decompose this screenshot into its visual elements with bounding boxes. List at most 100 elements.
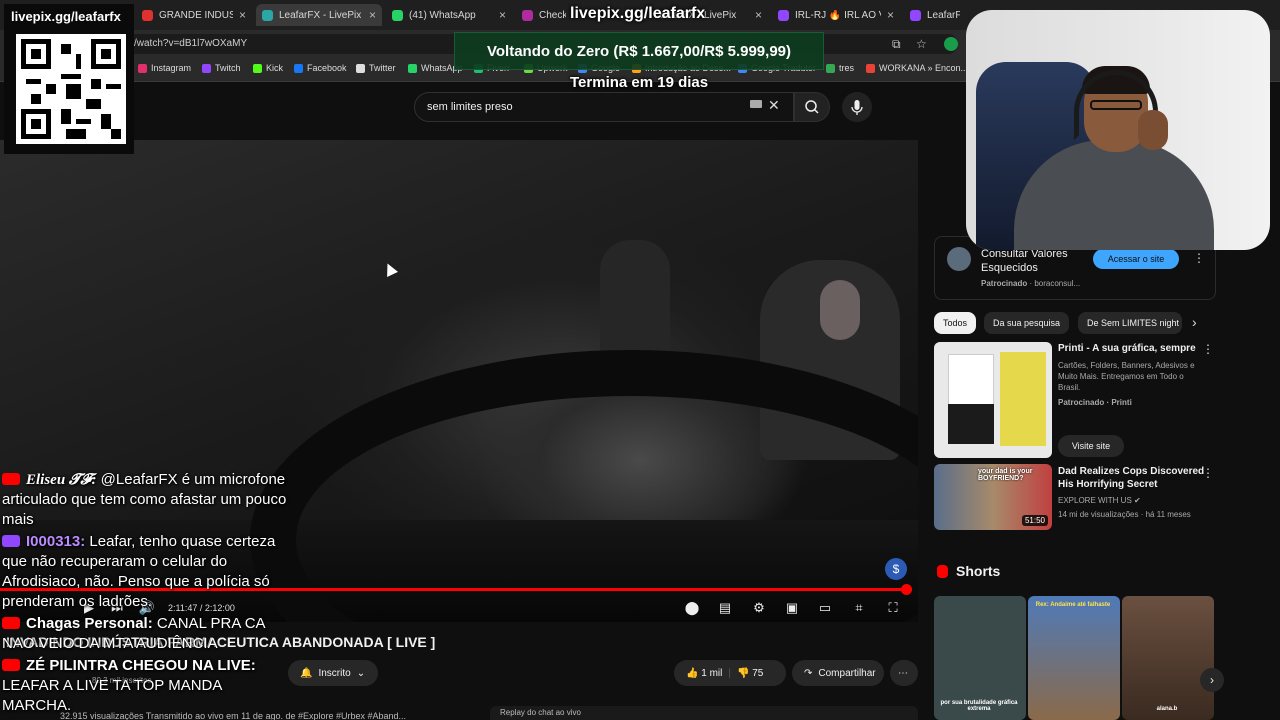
checkout-favicon-icon (522, 9, 533, 21)
close-icon[interactable]: × (499, 8, 506, 22)
chat-username: Chagas Personal: (26, 615, 153, 632)
tab-livepix[interactable]: LeafarFX - LivePix × (256, 4, 382, 26)
dislike-button[interactable]: 👎 75 (737, 668, 763, 679)
instagram-icon (138, 63, 147, 73)
thumbnail-promo-block (1000, 352, 1046, 446)
share-button[interactable]: ↷ Compartilhar (792, 660, 884, 686)
extension-icon[interactable] (944, 37, 958, 51)
more-actions-button[interactable]: ⋯ (890, 660, 918, 686)
voice-search-button[interactable] (842, 92, 872, 122)
thumbnail-caption: your dad is your BOYFRIEND? (978, 468, 1033, 482)
youtube-icon (2, 473, 20, 486)
whatsapp-icon (408, 63, 417, 73)
bookmark-twitter[interactable]: Twitter (356, 63, 396, 73)
more-vertical-icon[interactable]: ⋮ (1202, 342, 1214, 356)
search-icon (805, 100, 819, 114)
fullscreen-icon[interactable]: ⛶ (884, 600, 902, 616)
printi-ad-thumbnail[interactable] (934, 342, 1052, 458)
more-vertical-icon[interactable]: ⋮ (1202, 466, 1214, 480)
donation-goal-bar: Voltando do Zero (R$ 1.667,00/R$ 5.999,9… (454, 32, 824, 70)
short-caption: alana.b (1156, 706, 1178, 712)
chevron-right-icon: › (1210, 673, 1214, 687)
twitch-icon (202, 63, 211, 73)
reco-title[interactable]: Dad Realizes Cops Discovered His Horrify… (1058, 465, 1206, 491)
tab-grande-industria[interactable]: GRANDE INDUSTRIA × (136, 4, 252, 26)
reco-title[interactable]: Printi - A sua gráfica, sempre (1058, 342, 1206, 355)
chat-replay-header[interactable]: Replay do chat ao vivo (490, 706, 918, 720)
bookmark-workana[interactable]: WORKANA » Encon... (866, 63, 968, 73)
chat-message: Eliseu 𝓣𝓕: @LeafarFX é um microfone arti… (2, 470, 294, 530)
youtube-icon (2, 659, 20, 672)
whatsapp-favicon-icon (392, 9, 403, 21)
bookmark-kick[interactable]: Kick (253, 63, 283, 73)
visite-site-button[interactable]: Visite site (1058, 435, 1124, 457)
settings-gear-icon[interactable]: ⚙ (750, 600, 768, 616)
twitch-favicon-icon (910, 9, 921, 21)
microphone-icon (851, 100, 863, 115)
reco-thumbnail[interactable]: your dad is your BOYFRIEND? 51:50 (934, 464, 1052, 530)
keyboard-icon[interactable] (750, 100, 762, 108)
thumbs-down-icon: 👎 (736, 667, 750, 679)
subtitles-icon[interactable]: ▤ (716, 600, 734, 616)
folder-icon (826, 63, 835, 73)
bookmark-instagram[interactable]: Instagram (138, 63, 191, 73)
chevron-right-icon[interactable]: › (1192, 314, 1197, 330)
bookmark-facebook[interactable]: Facebook (294, 63, 347, 73)
thumbnail-card-dark (948, 404, 994, 444)
theater-mode-icon[interactable]: ▭ (816, 600, 834, 616)
close-icon[interactable]: × (887, 8, 894, 22)
bookmark-twitch[interactable]: Twitch (202, 63, 241, 73)
webcam-overlay (966, 10, 1270, 250)
search-input[interactable]: sem limites preso (414, 92, 794, 122)
share-icon: ↷ (804, 667, 813, 679)
chip-da-sua-pesquisa[interactable]: Da sua pesquisa (984, 312, 1070, 334)
glasses (1090, 100, 1142, 110)
chip-todos[interactable]: Todos (934, 312, 977, 334)
bell-icon: 🔔 (300, 667, 313, 679)
goal-deadline: Termina em 19 dias (570, 74, 709, 91)
kick-icon (253, 63, 262, 73)
chat-username: Eliseu 𝓣𝓕: (26, 472, 97, 488)
ad-title: Consultar Valores Esquecidos (981, 248, 1068, 274)
chip-sem-limites[interactable]: De Sem LIMITES night (1078, 312, 1182, 334)
screen-share-icon[interactable]: ⧉ (892, 37, 901, 52)
short-thumbnail[interactable]: Rex: Andaime até falhaste (1028, 596, 1120, 720)
more-vertical-icon[interactable]: ⋮ (1193, 251, 1205, 265)
short-thumbnail[interactable]: alana.b (1122, 596, 1214, 720)
chat-message: Chagas Personal: CANAL PRA CA NAO VEIO D… (2, 614, 294, 654)
visit-site-button[interactable]: Acessar o site (1093, 249, 1179, 269)
shorts-next-button[interactable]: › (1200, 668, 1224, 692)
miniplayer-icon[interactable]: ▣ (783, 600, 801, 616)
livepix-favicon-icon (262, 9, 273, 21)
autoplay-toggle-icon[interactable]: ⬤ (680, 600, 704, 616)
ad-sponsor-line: Patrocinado · boraconsul... (981, 279, 1081, 288)
search-button[interactable] (794, 92, 830, 122)
close-icon[interactable]: × (755, 8, 762, 22)
tab-whatsapp[interactable]: (41) WhatsApp × (386, 4, 512, 26)
channel-watermark-icon[interactable]: $ (885, 558, 907, 580)
stream-chat-overlay: Eliseu 𝓣𝓕: @LeafarFX é um microfone arti… (2, 470, 294, 718)
twitter-icon (356, 63, 365, 73)
short-caption: por sua brutalidade gráfica extrema (940, 700, 1018, 712)
close-icon[interactable]: × (369, 8, 376, 22)
short-thumbnail[interactable]: por sua brutalidade gráfica extrema (934, 596, 1026, 720)
close-icon[interactable]: × (239, 8, 246, 22)
like-button[interactable]: 👍 1 mil (686, 668, 722, 679)
tab-checkout[interactable]: Checkout (516, 4, 572, 26)
clear-search-icon[interactable]: ✕ (768, 97, 780, 114)
streamer-hand (1138, 110, 1168, 150)
subscribed-button[interactable]: 🔔 Inscrito ⌄ (288, 660, 378, 686)
chevron-down-icon: ⌄ (356, 667, 366, 679)
tab-twitch[interactable]: LeafarFX - Twitch (904, 4, 966, 26)
cast-icon[interactable]: ⌗ (850, 600, 868, 616)
twitch-favicon-icon (778, 9, 789, 21)
reco-channel: Patrocinado · Printi (1058, 398, 1132, 407)
chat-username: ZÉ PILINTRA CHEGOU NA LIVE: (26, 657, 256, 674)
tab-irl-rj[interactable]: IRL-RJ 🔥 IRL AO VIVO × (772, 4, 900, 26)
bookmark-star-icon[interactable]: ☆ (916, 37, 927, 51)
reco-meta: 14 mi de visualizações · há 11 meses (1058, 510, 1191, 519)
livepix-url-label: livepix.gg/leafarfx (11, 9, 121, 24)
bookmark-tres[interactable]: tres (826, 63, 854, 73)
youtube-favicon-icon (142, 9, 153, 21)
livepix-qr-panel: livepix.gg/leafarfx (4, 4, 134, 154)
